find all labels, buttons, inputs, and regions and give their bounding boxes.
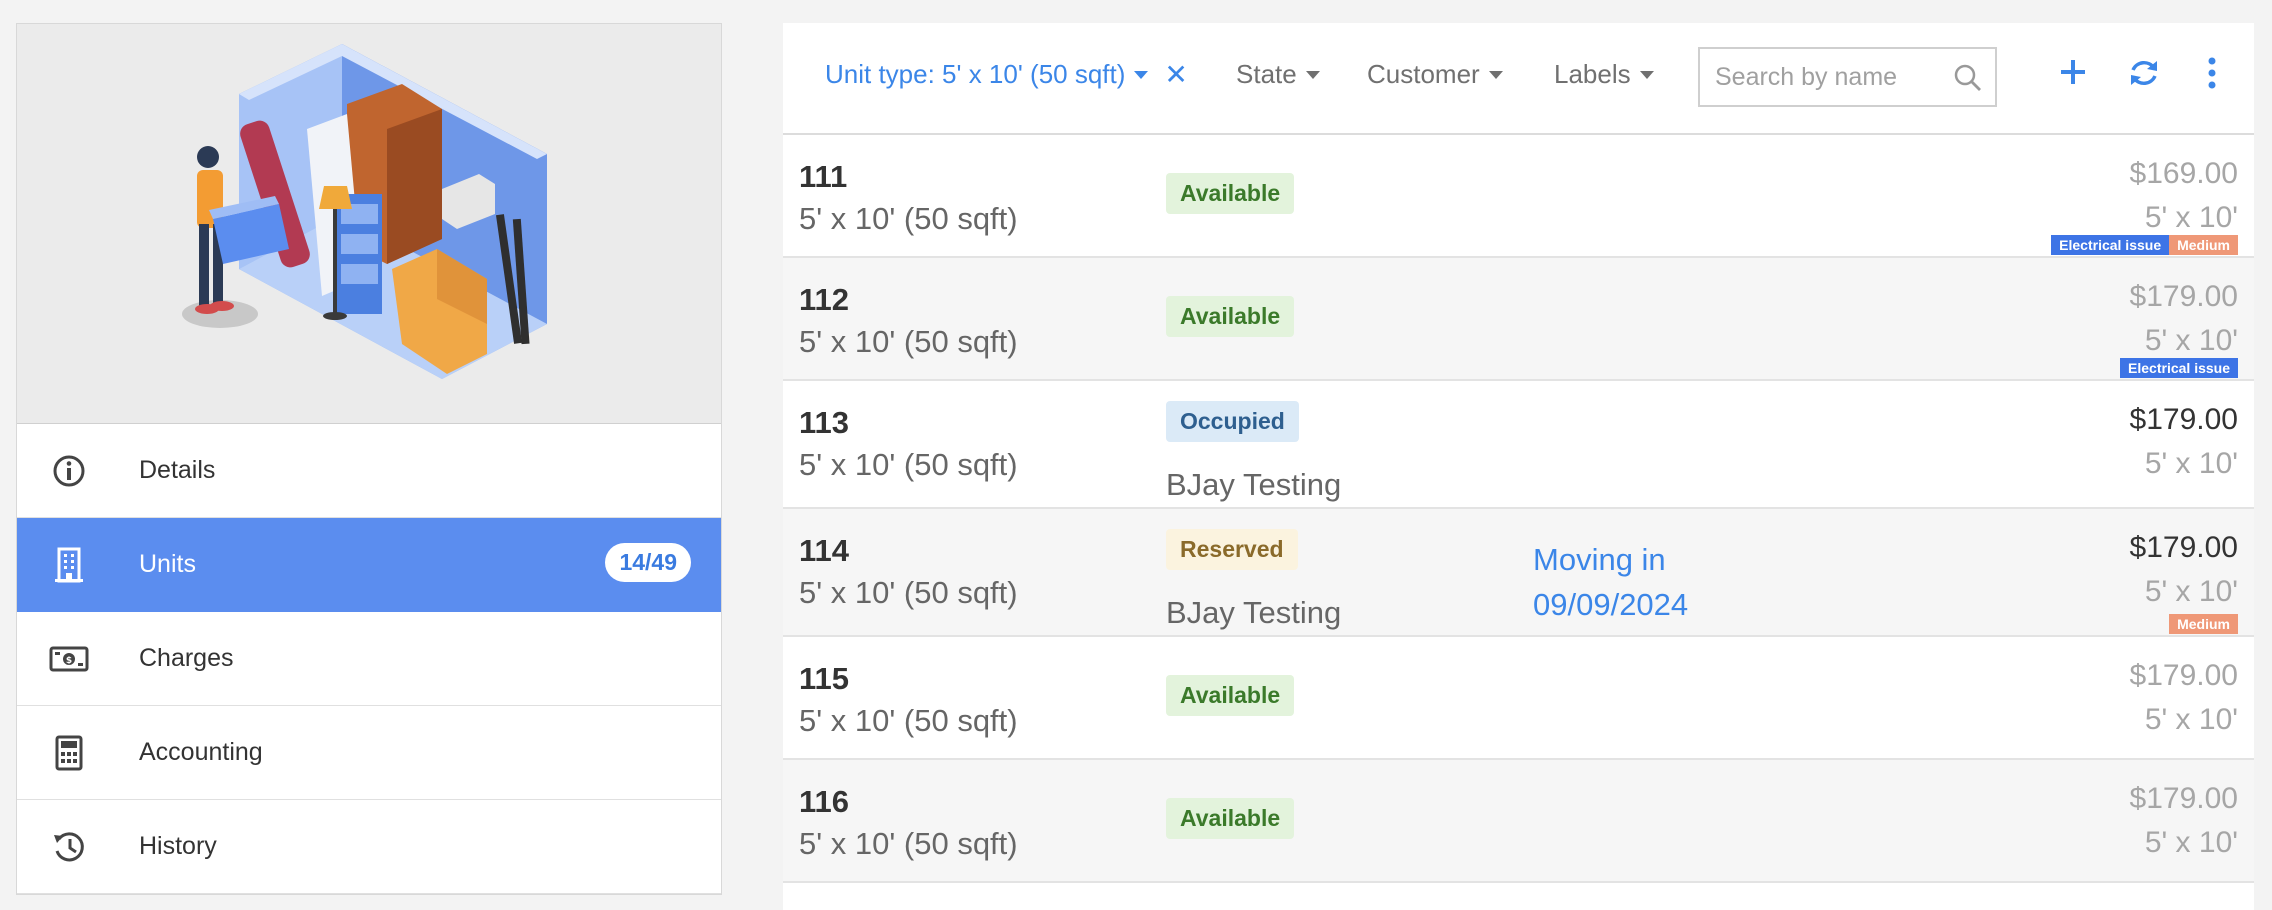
unit-price-size: 5' x 10' xyxy=(2144,324,2238,357)
label-tag: Electrical issue xyxy=(2120,358,2238,378)
unit-number: 116 xyxy=(799,784,850,819)
unit-row-114[interactable]: 114 5' x 10' (50 sqft) Reserved BJay Tes… xyxy=(783,509,2254,637)
state-filter[interactable]: State xyxy=(1236,59,1320,90)
unit-price-size: 5' x 10' xyxy=(2144,826,2238,859)
status-badge: Available xyxy=(1166,798,1295,839)
unit-price: $179.00 xyxy=(2129,280,2238,313)
sidebar-item-label: History xyxy=(139,832,217,860)
unit-price-size: 5' x 10' xyxy=(2144,201,2238,234)
status-badge: Available xyxy=(1166,675,1295,716)
refresh-icon[interactable] xyxy=(2127,57,2161,94)
unit-size: 5' x 10' (50 sqft) xyxy=(799,703,1018,738)
unit-price: $169.00 xyxy=(2129,157,2238,190)
sidebar-item-label: Accounting xyxy=(139,738,263,766)
search-input[interactable] xyxy=(1715,62,1945,92)
unit-number: 113 xyxy=(799,405,850,440)
unit-tags: Electrical issue xyxy=(2120,358,2238,378)
sidebar-item-label: Details xyxy=(139,456,216,484)
more-options-icon[interactable] xyxy=(2207,57,2217,94)
status-badge: Occupied xyxy=(1166,401,1299,442)
units-panel: Unit type: 5' x 10' (50 sqft) ✕ State Cu… xyxy=(783,23,2254,910)
label-tag: Medium xyxy=(2169,614,2238,634)
unit-tags: Electrical issue Medium xyxy=(2051,235,2238,255)
state-filter-label: State xyxy=(1236,59,1297,89)
sidebar-item-label: Units xyxy=(139,550,196,578)
unit-price: $179.00 xyxy=(2129,782,2238,815)
chevron-down-icon xyxy=(1639,70,1654,79)
label-tag: Electrical issue xyxy=(2051,235,2170,255)
unit-tags: Medium xyxy=(2169,614,2238,634)
status-badge: Available xyxy=(1166,296,1295,337)
unit-size: 5' x 10' (50 sqft) xyxy=(799,826,1018,861)
calculator-icon xyxy=(49,733,89,773)
unit-size: 5' x 10' (50 sqft) xyxy=(799,575,1018,610)
sidebar-item-label: Charges xyxy=(139,644,234,672)
search-icon[interactable] xyxy=(1953,63,1983,98)
unit-size: 5' x 10' (50 sqft) xyxy=(799,324,1018,359)
unit-price: $179.00 xyxy=(2129,403,2238,436)
labels-filter[interactable]: Labels xyxy=(1554,59,1654,90)
sidebar-item-details[interactable]: Details xyxy=(17,424,721,518)
unit-row-116[interactable]: 116 5' x 10' (50 sqft) Available $179.00… xyxy=(783,760,2254,883)
customer-name: BJay Testing xyxy=(1166,595,1342,630)
unit-price-size: 5' x 10' xyxy=(2144,703,2238,736)
search-box xyxy=(1698,47,1997,107)
unit-number: 115 xyxy=(799,661,850,696)
building-icon xyxy=(49,545,89,585)
move-in-date: 09/09/2024 xyxy=(1533,587,1689,622)
unit-row-111[interactable]: 111 5' x 10' (50 sqft) Available $169.00… xyxy=(783,135,2254,258)
labels-filter-label: Labels xyxy=(1554,59,1631,89)
unit-row-partial[interactable] xyxy=(783,883,2254,910)
info-circle-icon xyxy=(49,451,89,491)
label-tag: Medium xyxy=(2169,235,2238,255)
customer-name: BJay Testing xyxy=(1166,467,1342,502)
status-badge: Available xyxy=(1166,173,1295,214)
unit-type-filter[interactable]: Unit type: 5' x 10' (50 sqft) ✕ xyxy=(825,59,1188,90)
chevron-down-icon xyxy=(1305,70,1320,79)
add-icon[interactable] xyxy=(2058,57,2088,92)
unit-row-115[interactable]: 115 5' x 10' (50 sqft) Available $179.00… xyxy=(783,637,2254,760)
unit-price-size: 5' x 10' xyxy=(2144,575,2238,608)
unit-price: $179.00 xyxy=(2129,659,2238,692)
unit-number: 112 xyxy=(799,282,850,317)
customer-filter[interactable]: Customer xyxy=(1367,59,1503,90)
unit-price: $179.00 xyxy=(2129,531,2238,564)
unit-size: 5' x 10' (50 sqft) xyxy=(799,447,1018,482)
unit-row-112[interactable]: 112 5' x 10' (50 sqft) Available $179.00… xyxy=(783,258,2254,381)
units-count-badge: 14/49 xyxy=(605,543,691,582)
customer-filter-label: Customer xyxy=(1367,59,1480,89)
unit-number: 114 xyxy=(799,533,850,568)
sidebar: Details Units 14/49 $ Charges Accounting… xyxy=(16,23,722,895)
unit-size: 5' x 10' (50 sqft) xyxy=(799,201,1018,236)
chevron-down-icon xyxy=(1488,70,1503,79)
svg-text:$: $ xyxy=(66,656,72,666)
unit-type-filter-label: Unit type: 5' x 10' (50 sqft) xyxy=(825,59,1126,89)
sidebar-item-units[interactable]: Units 14/49 xyxy=(17,518,721,612)
unit-row-113[interactable]: 113 5' x 10' (50 sqft) Occupied BJay Tes… xyxy=(783,381,2254,509)
status-badge: Reserved xyxy=(1166,529,1298,570)
sidebar-item-charges[interactable]: $ Charges xyxy=(17,612,721,706)
money-icon: $ xyxy=(49,639,89,679)
sidebar-item-accounting[interactable]: Accounting xyxy=(17,706,721,800)
filter-bar: Unit type: 5' x 10' (50 sqft) ✕ State Cu… xyxy=(783,23,2254,135)
clear-filter-icon[interactable]: ✕ xyxy=(1164,60,1187,89)
move-in-label: Moving in xyxy=(1533,542,1666,577)
sidebar-item-history[interactable]: History xyxy=(17,800,721,894)
storage-illustration-image xyxy=(182,44,547,379)
storage-unit-illustration xyxy=(17,24,721,424)
history-icon xyxy=(49,827,89,867)
unit-price-size: 5' x 10' xyxy=(2144,447,2238,480)
unit-number: 111 xyxy=(799,159,848,194)
move-in-note: Moving in 09/09/2024 xyxy=(1533,537,1688,627)
chevron-down-icon xyxy=(1134,70,1149,79)
